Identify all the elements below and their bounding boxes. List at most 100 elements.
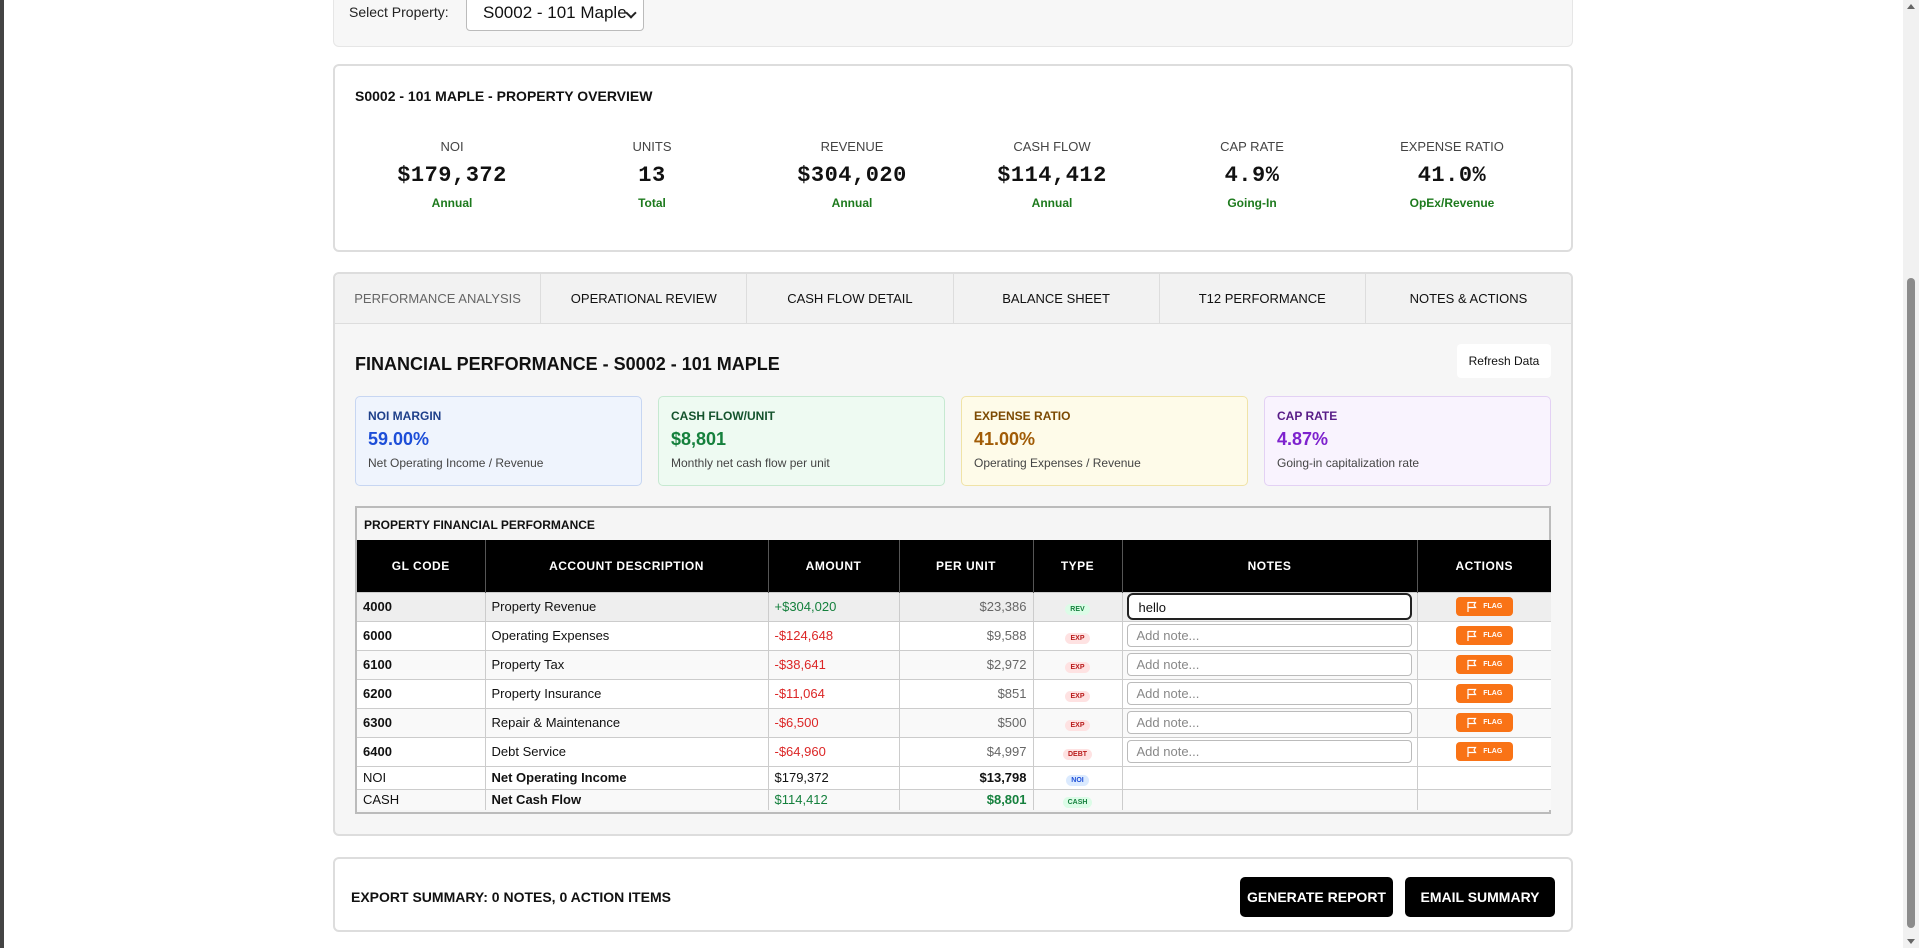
amount-cell: $179,372	[767, 765, 899, 789]
metric-sub: Going-In	[1227, 196, 1277, 210]
type-cell: EXP	[1032, 678, 1122, 708]
kpi-expense-ratio: EXPENSE RATIO 41.00% Operating Expenses …	[961, 396, 1248, 486]
gl-code-cell: 6200	[357, 678, 485, 708]
tab-t12-performance[interactable]: T12 PERFORMANCE	[1160, 274, 1366, 323]
actions-cell	[1416, 765, 1551, 789]
metric-sub: Annual	[1031, 196, 1073, 210]
metric-sub: Annual	[831, 196, 873, 210]
flag-label: FLAG	[1483, 690, 1503, 697]
flag-button[interactable]: FLAG	[1455, 626, 1513, 645]
account-description-cell: Property Tax	[484, 649, 768, 679]
flag-icon	[1467, 688, 1477, 699]
property-selector-bar: Select Property: S0002 - 101 Maple	[333, 0, 1573, 47]
flag-label: FLAG	[1483, 632, 1503, 639]
amount-cell: $114,412	[767, 788, 899, 810]
tab-notes-actions[interactable]: NOTES & ACTIONS	[1366, 274, 1571, 323]
metric-label: CAP RATE	[1220, 139, 1284, 154]
flag-button[interactable]: FLAG	[1455, 713, 1513, 732]
flag-button[interactable]: FLAG	[1455, 684, 1513, 703]
table-header-row: GL CODE ACCOUNT DESCRIPTION AMOUNT PER U…	[357, 540, 1551, 592]
metric-units: UNITS 13 Total	[552, 139, 752, 210]
type-cell: EXP	[1032, 649, 1122, 679]
per-unit-cell: $23,386	[898, 591, 1033, 621]
flag-button[interactable]: FLAG	[1455, 655, 1513, 674]
notes-cell	[1121, 788, 1417, 810]
tab-operational-review[interactable]: OPERATIONAL REVIEW	[541, 274, 748, 323]
table-row: 6100 Property Tax -$38,641 $2,972 EXP Add not…	[357, 649, 1551, 679]
amount-cell: -$11,064	[767, 678, 899, 708]
gl-code-cell: CASH	[357, 788, 485, 810]
email-summary-button[interactable]: EMAIL SUMMARY	[1405, 877, 1555, 917]
kpi-value: 41.00%	[974, 429, 1036, 449]
scroll-up-arrow-icon[interactable]	[1907, 4, 1915, 9]
type-badge: DEBT	[1062, 748, 1093, 760]
note-input[interactable]: Add note...	[1126, 682, 1412, 705]
tab-cash-flow-detail[interactable]: CASH FLOW DETAIL	[747, 274, 954, 323]
account-description-cell: Net Cash Flow	[484, 788, 768, 810]
flag-button[interactable]: FLAG	[1455, 742, 1513, 761]
flag-label: FLAG	[1483, 661, 1503, 668]
actions-cell: FLAG	[1416, 591, 1551, 621]
scroll-down-arrow-icon[interactable]	[1907, 939, 1915, 944]
note-input[interactable]: Add note...	[1126, 653, 1412, 676]
table-total-row: CASH Net Cash Flow $114,412 $8,801 CASH	[357, 788, 1551, 810]
note-input[interactable]: Add note...	[1126, 624, 1412, 647]
metric-sub: Annual	[431, 196, 473, 210]
type-cell: EXP	[1032, 620, 1122, 650]
metric-label: EXPENSE RATIO	[1400, 139, 1504, 154]
table-row: 6200 Property Insurance -$11,064 $851 EXP Add…	[357, 678, 1551, 708]
metric-value: 41.0%	[1417, 163, 1487, 188]
flag-label: FLAG	[1483, 719, 1503, 726]
table-row: 4000 Property Revenue +$304,020 $23,386 REV h…	[357, 591, 1551, 621]
kpi-value: $8,801	[671, 429, 727, 449]
refresh-data-button[interactable]: Refresh Data	[1457, 344, 1551, 378]
actions-cell: FLAG	[1416, 620, 1551, 650]
kpi-value: 59.00%	[368, 429, 430, 449]
kpi-cash-flow-unit: CASH FLOW/UNIT $8,801 Monthly net cash f…	[658, 396, 945, 486]
flag-button[interactable]: FLAG	[1455, 597, 1513, 616]
kpi-desc: Monthly net cash flow per unit	[671, 456, 830, 470]
per-unit-cell: $13,798	[898, 765, 1033, 789]
per-unit-cell: $8,801	[898, 788, 1033, 810]
col-actions: ACTIONS	[1416, 540, 1551, 592]
table-row: 6400 Debt Service -$64,960 $4,997 DEBT Add no…	[357, 736, 1551, 766]
generate-report-button[interactable]: GENERATE REPORT	[1240, 877, 1393, 917]
kpi-cap-rate: CAP RATE 4.87% Going-in capitalization r…	[1264, 396, 1551, 486]
table-row: 6000 Operating Expenses -$124,648 $9,588 EXP…	[357, 620, 1551, 650]
note-input[interactable]: Add note...	[1126, 740, 1412, 763]
account-description-cell: Repair & Maintenance	[484, 707, 768, 737]
note-input[interactable]: hello	[1126, 593, 1412, 620]
vertical-scrollbar[interactable]	[1903, 0, 1919, 948]
gl-code-cell: 4000	[357, 591, 485, 621]
tab-performance-analysis[interactable]: PERFORMANCE ANALYSIS	[335, 274, 542, 323]
type-cell: DEBT	[1032, 736, 1122, 766]
note-input[interactable]: Add note...	[1126, 711, 1412, 734]
type-badge: EXP	[1065, 661, 1090, 673]
actions-cell: FLAG	[1416, 736, 1551, 766]
account-description-cell: Property Insurance	[484, 678, 768, 708]
metric-label: CASH FLOW	[1013, 139, 1091, 154]
property-select[interactable]: S0002 - 101 Maple	[466, 0, 644, 31]
kpi-noi-margin: NOI MARGIN 59.00% Net Operating Income /…	[355, 396, 642, 486]
notes-cell: Add note...	[1121, 620, 1417, 650]
page-title: FINANCIAL PERFORMANCE - S0002 - 101 MAPL…	[355, 354, 780, 374]
metric-label: UNITS	[632, 139, 672, 154]
tab-balance-sheet[interactable]: BALANCE SHEET	[954, 274, 1160, 323]
metric-value: $114,412	[997, 163, 1107, 188]
flag-icon	[1467, 630, 1477, 641]
account-description-cell: Property Revenue	[484, 591, 768, 621]
actions-cell: FLAG	[1416, 678, 1551, 708]
metric-noi: NOI $179,372 Annual	[352, 139, 552, 210]
type-cell: NOI	[1032, 765, 1122, 789]
flag-label: FLAG	[1483, 603, 1503, 610]
metric-expense-ratio: EXPENSE RATIO 41.0% OpEx/Revenue	[1352, 139, 1552, 210]
col-account-description: ACCOUNT DESCRIPTION	[484, 540, 768, 592]
financial-performance-table-box: PROPERTY FINANCIAL PERFORMANCE GL CODE A…	[355, 506, 1551, 814]
property-overview-card: S0002 - 101 MAPLE - PROPERTY OVERVIEW NO…	[333, 64, 1573, 252]
scrollbar-thumb[interactable]	[1907, 278, 1915, 928]
account-description-cell: Debt Service	[484, 736, 768, 766]
gl-code-cell: 6100	[357, 649, 485, 679]
kpi-label: EXPENSE RATIO	[974, 409, 1071, 423]
gl-code-cell: 6300	[357, 707, 485, 737]
col-type: TYPE	[1032, 540, 1122, 592]
